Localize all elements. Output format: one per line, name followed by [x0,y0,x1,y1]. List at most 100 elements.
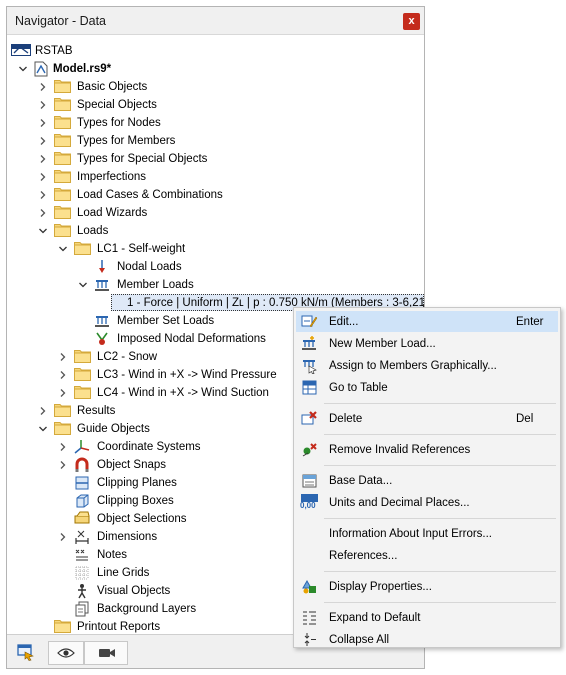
clipping-box-icon [74,493,91,509]
navigator-data-icon [17,644,34,661]
menu-item-display-props[interactable]: Display Properties... [296,576,558,597]
units-icon: 0,00 [300,494,318,511]
folder-icon [54,79,71,95]
chevron-right-icon[interactable] [57,441,69,453]
chevron-down-icon[interactable] [77,279,89,291]
visual-object-icon [74,583,91,599]
menu-separator [324,518,556,519]
menu-item-label: New Member Load... [329,338,436,350]
chevron-right-icon[interactable] [37,99,49,111]
chevron-right-icon[interactable] [57,369,69,381]
tree-item-loads[interactable]: Loads [37,222,424,240]
tree-item-label: Imposed Nodal Deformations [117,333,266,345]
remove-icon [301,441,318,458]
tree-item-label: Load Cases & Combinations [77,189,223,201]
menu-item-expand-default[interactable]: Expand to Default [296,607,558,628]
menu-item-base-data[interactable]: Base Data... [296,470,558,491]
tree-item-types-members[interactable]: Types for Members [37,132,424,150]
tree-item-member-loads[interactable]: Member Loads [77,276,424,294]
tree-item-imperfections[interactable]: Imperfections [37,168,424,186]
tree-item-label: Loads [77,225,109,237]
assign-icon [301,357,318,375]
tree-item-label: Background Layers [97,603,197,615]
menu-item-references[interactable]: References... [296,545,558,566]
tree-item-label: Member Loads [117,279,194,291]
menu-item-edit[interactable]: Edit... Enter [296,311,558,332]
chevron-right-icon[interactable] [37,171,49,183]
tree-item-load-cases[interactable]: Load Cases & Combinations [37,186,424,204]
close-button[interactable]: x [403,13,420,30]
tree-item-types-special[interactable]: Types for Special Objects [37,150,424,168]
collapse-icon [301,631,318,648]
chevron-down-icon[interactable] [57,243,69,255]
tree-item-lc1[interactable]: LC1 - Self-weight [57,240,424,258]
eye-icon [57,648,75,658]
tree-item-label: RSTAB [35,45,73,57]
menu-item-delete[interactable]: Delete Del [296,408,558,429]
menu-item-input-errors[interactable]: Information About Input Errors... [296,523,558,544]
tree-item-label: Results [77,405,116,417]
menu-separator [324,434,556,435]
menu-item-label: Collapse All [329,634,390,646]
chevron-right-icon[interactable] [57,531,69,543]
menu-item-assign[interactable]: Assign to Members Graphically... [296,355,558,376]
chevron-right-icon[interactable] [57,459,69,471]
coordinate-system-icon [74,439,91,455]
imposed-deformation-icon [94,331,111,347]
menu-item-label: Remove Invalid References [329,444,471,456]
tree-item-label: LC1 - Self-weight [97,243,186,255]
menu-item-units[interactable]: 0,00 Units and Decimal Places... [296,492,558,513]
menu-item-shortcut: Enter [516,316,544,328]
line-grid-icon [74,565,91,581]
tree-item-rstab[interactable]: RSTAB [11,42,424,60]
tree-item-types-nodes[interactable]: Types for Nodes [37,114,424,132]
menu-item-goto-table[interactable]: Go to Table [296,377,558,398]
model-file-icon [33,61,50,77]
tree-item-label: Clipping Planes [97,477,177,489]
tree-item-model[interactable]: Model.rs9* [17,60,424,78]
tree-item-label: Types for Nodes [77,117,161,129]
folder-icon [54,403,71,419]
tree-item-label: Line Grids [97,567,150,579]
tree-item-nodal-loads[interactable]: Nodal Loads [77,258,424,276]
chevron-right-icon[interactable] [37,153,49,165]
menu-separator [324,403,556,404]
tab-display[interactable] [48,641,84,665]
tree-item-special[interactable]: Special Objects [37,96,424,114]
edit-icon [301,313,318,330]
background-layer-icon [74,601,91,617]
menu-item-remove-invalid[interactable]: Remove Invalid References [296,439,558,460]
chevron-right-icon[interactable] [37,189,49,201]
tree-item-label: Guide Objects [77,423,150,435]
clipping-plane-icon [74,475,91,491]
menu-item-shortcut: Del [516,413,534,425]
tree-item-label: Load Wizards [77,207,148,219]
chevron-right-icon[interactable] [37,117,49,129]
menu-item-collapse-all[interactable]: Collapse All [296,629,558,650]
menu-item-new-member-load[interactable]: New Member Load... [296,333,558,354]
tree-item-basic[interactable]: Basic Objects [37,78,424,96]
tree-item-load-wizards[interactable]: Load Wizards [37,204,424,222]
folder-icon [54,187,71,203]
chevron-down-icon[interactable] [37,423,49,435]
chevron-down-icon[interactable] [17,63,29,75]
folder-icon [74,385,91,401]
nodal-load-icon [94,259,111,275]
folder-icon [74,241,91,257]
folder-icon [54,97,71,113]
menu-item-label: Information About Input Errors... [329,528,492,540]
chevron-right-icon[interactable] [57,351,69,363]
chevron-down-icon[interactable] [37,225,49,237]
chevron-right-icon[interactable] [37,207,49,219]
folder-icon [54,169,71,185]
tab-data[interactable] [9,635,42,668]
context-menu: Edit... Enter New Member Load... Assign to … [293,307,561,648]
chevron-right-icon[interactable] [37,135,49,147]
notes-icon [74,547,91,563]
expand-icon [301,609,318,626]
tab-views[interactable] [84,641,128,665]
menu-item-label: References... [329,550,398,562]
chevron-right-icon[interactable] [57,387,69,399]
chevron-right-icon[interactable] [37,405,49,417]
chevron-right-icon[interactable] [37,81,49,93]
